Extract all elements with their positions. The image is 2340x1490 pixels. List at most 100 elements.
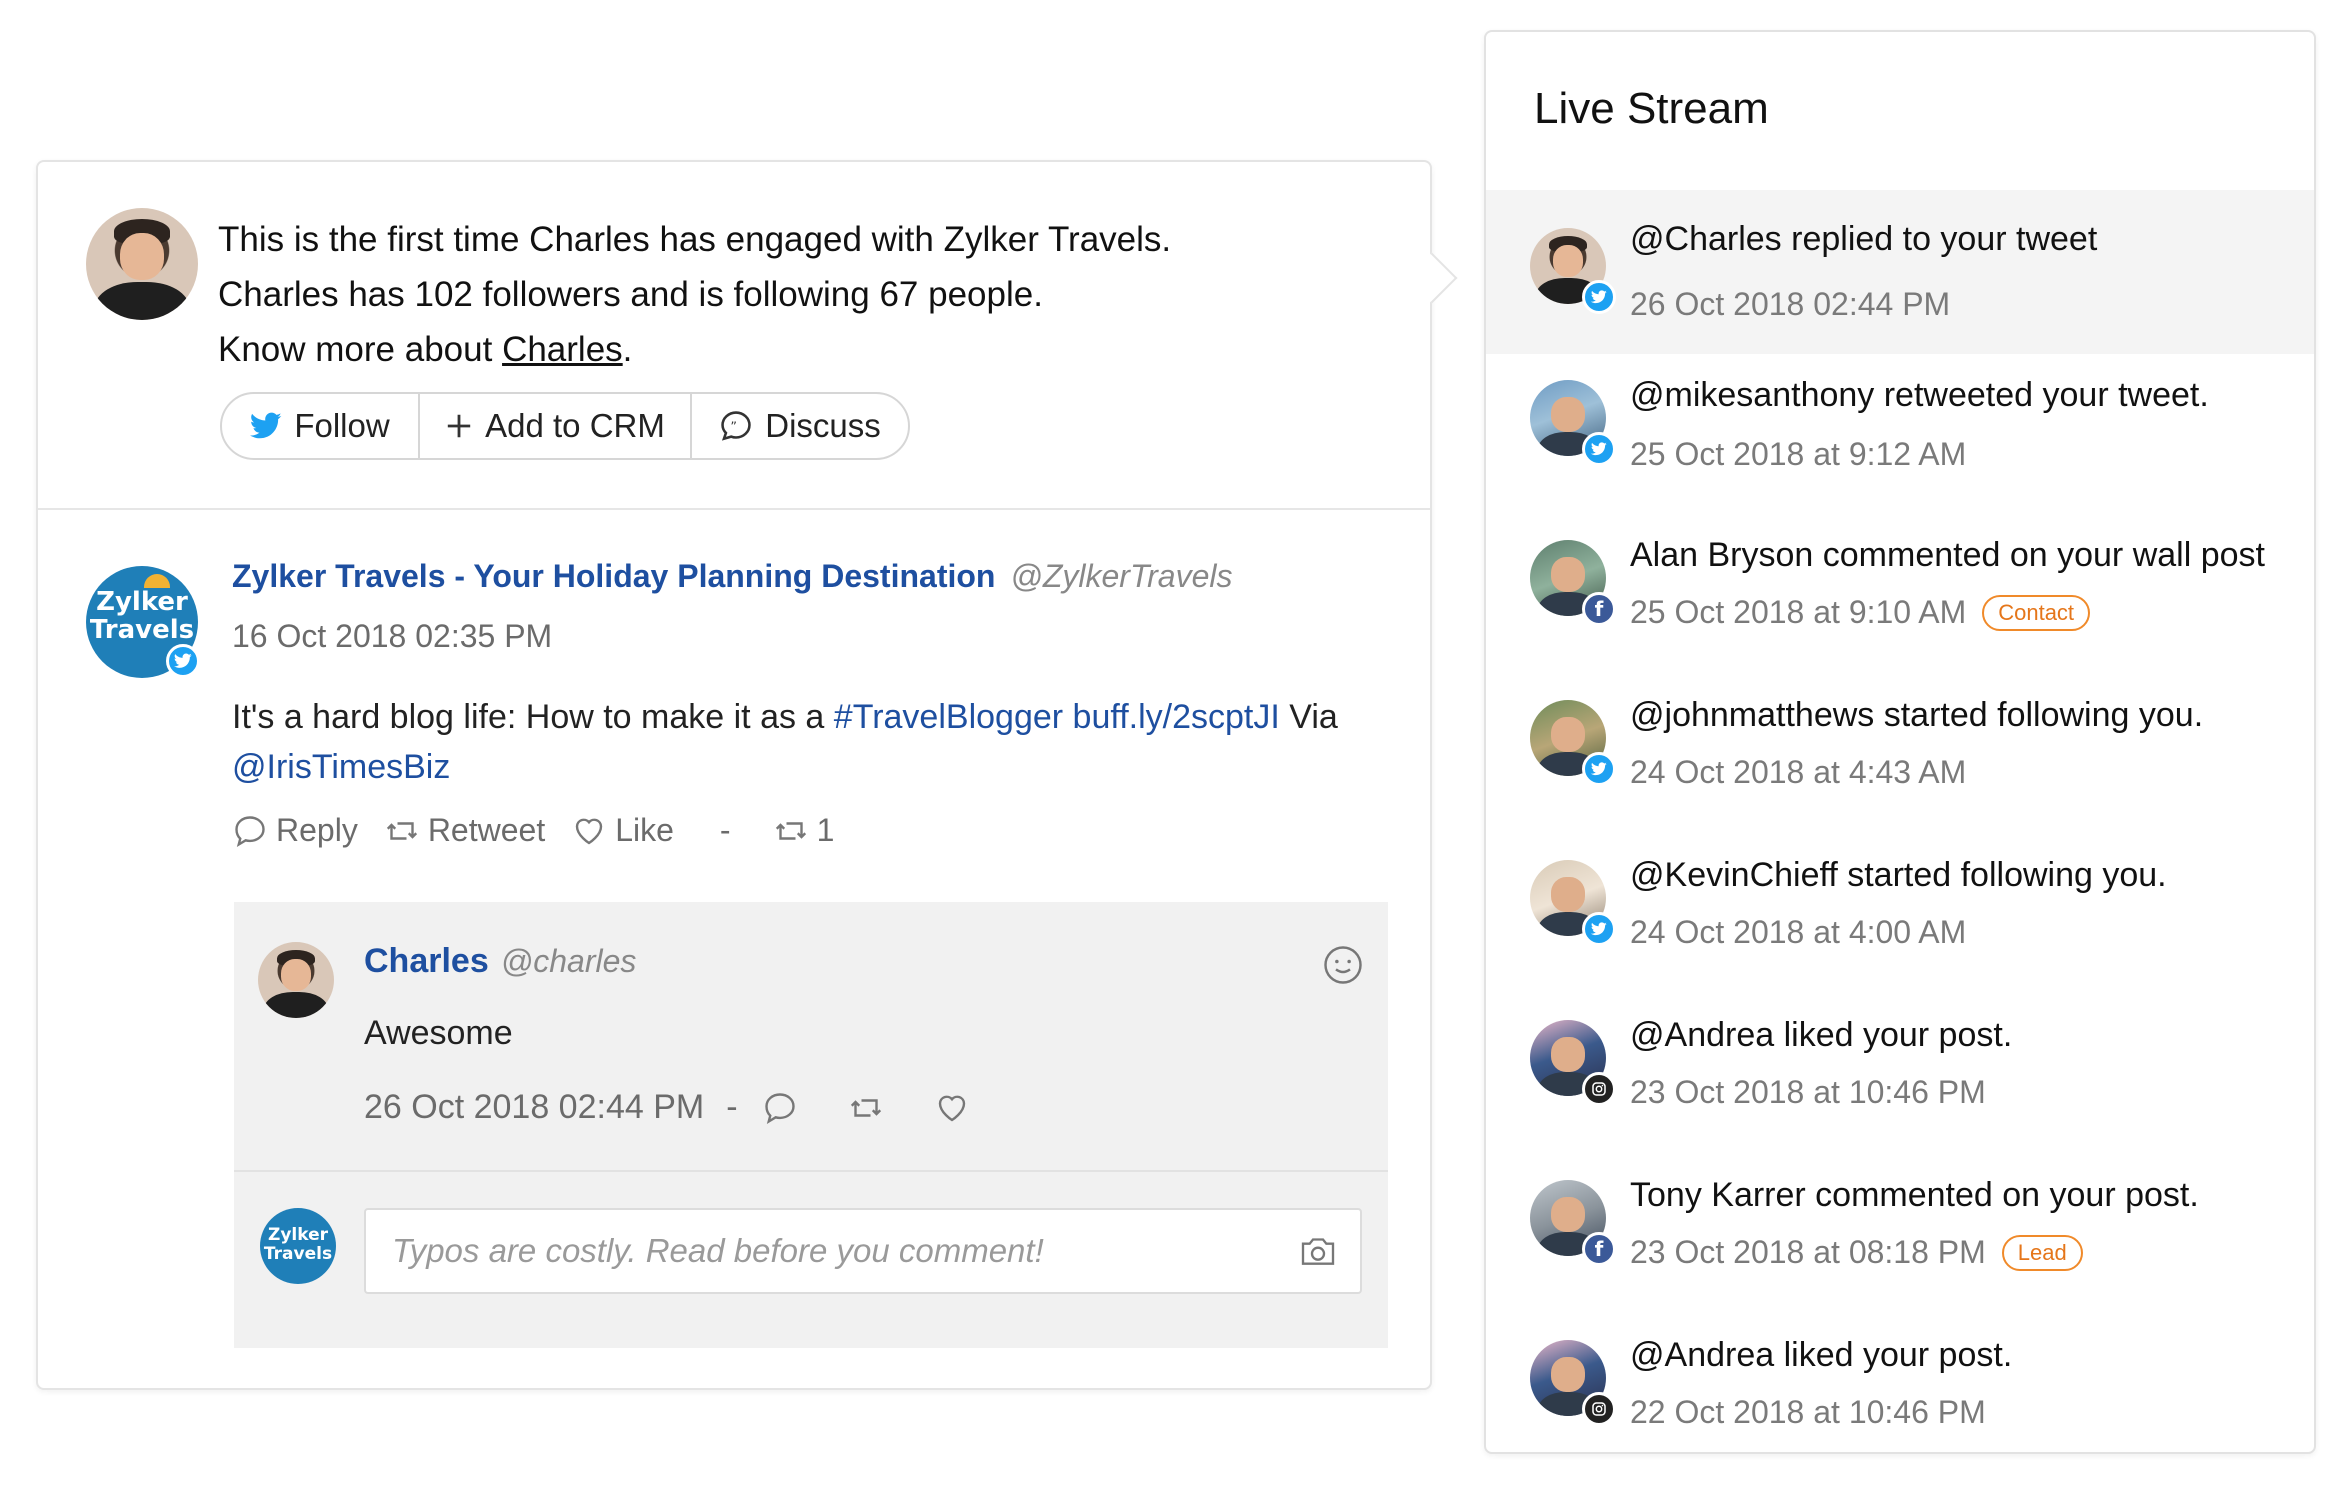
engagement-card: This is the first time Charles has engag… [36,160,1458,1390]
stream-item-text: @Charles replied to your tweet [1630,220,2098,258]
twitter-badge-icon [166,644,200,678]
comment-placeholder: Typos are costly. Read before you commen… [392,1232,1044,1269]
hashtag-link[interactable]: #TravelBlogger [834,698,1063,736]
logo-text-1: Zylker [96,587,188,617]
live-stream-item[interactable]: @Charles replied to your tweet 26 Oct 20… [1486,190,2314,354]
reply-author-name[interactable]: Charles [364,942,489,980]
engagement-actions: Follow Add to CRM ” Discuss [220,392,910,460]
retweet-count[interactable]: 1 [773,812,835,849]
discuss-button[interactable]: ” Discuss [692,394,908,458]
stream-item-time: 23 Oct 2018 at 08:18 PM Lead [1630,1234,2083,1271]
first-engagement-text: This is the first time Charles has engag… [218,220,1172,259]
live-stream-item[interactable]: @Andrea liked your post. 22 Oct 2018 at … [1486,1318,2314,1448]
live-stream-item[interactable]: f Alan Bryson commented on your wall pos… [1486,518,2314,682]
logo-text-2: Travels [89,615,195,645]
reply-button[interactable]: Reply [232,812,358,849]
camera-icon[interactable] [1298,1232,1338,1272]
retweet-count-icon [775,821,806,840]
reply-author: Charles @charles [364,942,636,981]
reply-thread: Charles @charles Awesome 26 Oct 2018 02:4… [234,902,1388,1348]
reply-divider [234,1170,1388,1172]
stream-item-text: @johnmatthews started following you. [1630,696,2204,734]
post-author-handle[interactable]: @ZylkerTravels [1010,558,1232,594]
post-author-name[interactable]: Zylker Travels - Your Holiday Planning D… [232,558,995,594]
live-stream-title: Live Stream [1534,84,1769,133]
heart-icon[interactable] [934,1090,970,1126]
reply-author-avatar[interactable] [258,942,334,1018]
post-actions: Reply Retweet Like - 1 [232,812,860,849]
stream-item-timestamp: 23 Oct 2018 at 10:46 PM [1630,1074,1986,1110]
like-button[interactable]: Like [571,812,674,849]
twitter-bird-icon [250,412,282,439]
add-to-crm-button[interactable]: Add to CRM [420,394,692,458]
retweet-button[interactable]: Retweet [384,812,545,849]
url-link[interactable]: buff.ly/2scptJI [1073,698,1280,736]
comment-logo-text-1: Zylker [268,1225,328,1245]
plus-icon [447,414,471,438]
contact-tag[interactable]: Contact [1982,594,2091,631]
retweet-icon[interactable] [848,1090,884,1126]
retweet-count-value: 1 [816,812,835,848]
stream-item-time: 22 Oct 2018 at 10:46 PM [1630,1394,1986,1431]
comment-input[interactable]: Typos are costly. Read before you commen… [364,1208,1362,1294]
reply-bubble-icon [235,815,265,847]
stream-item-text: Tony Karrer commented on your post. [1630,1176,2199,1214]
stream-item-text: @mikesanthony retweeted your tweet. [1630,376,2209,414]
discuss-bubble-icon: ” [721,411,751,441]
instagram-badge-icon [1582,1072,1616,1106]
stream-item-time: 24 Oct 2018 at 4:43 AM [1630,754,1966,791]
engagement-summary: This is the first time Charles has engag… [218,212,1171,377]
stream-item-time: 25 Oct 2018 at 9:12 AM [1630,436,1966,473]
post-via-text: Via [1279,698,1338,736]
commenter-avatar: Zylker Travels [260,1208,336,1284]
stream-item-time: 26 Oct 2018 02:44 PM [1630,286,1950,323]
facebook-badge-icon: f [1582,1232,1616,1266]
twitter-badge-icon [1582,280,1616,314]
post-text: It's a hard blog life: How to make it as… [232,698,834,736]
facebook-badge-icon: f [1582,592,1616,626]
follow-button[interactable]: Follow [222,394,420,458]
live-stream-item[interactable]: f Tony Karrer commented on your post. 23… [1486,1158,2314,1322]
know-more-prefix: Know more about [218,330,503,369]
retweet-icon [386,821,417,840]
reply-author-handle[interactable]: @charles [501,943,637,979]
discuss-label: Discuss [765,407,881,444]
retweet-label: Retweet [427,812,546,848]
reply-separator: - [726,1088,738,1126]
stream-item-timestamp: 25 Oct 2018 at 9:12 AM [1630,436,1967,472]
stream-item-time: 23 Oct 2018 at 10:46 PM [1630,1074,1986,1111]
know-more-suffix: . [622,330,633,369]
reply-bubble-icon[interactable] [762,1090,798,1126]
live-stream-item[interactable]: @mikesanthony retweeted your tweet. 25 O… [1486,358,2314,522]
stream-item-timestamp: 24 Oct 2018 at 4:43 AM [1630,754,1967,790]
comment-logo-text-2: Travels [263,1244,333,1264]
post-author: Zylker Travels - Your Holiday Planning D… [232,558,1232,595]
engagement-info: This is the first time Charles has engag… [38,162,1430,510]
charles-avatar[interactable] [86,208,198,320]
lead-tag[interactable]: Lead [2001,1234,2083,1271]
reply-text: Awesome [364,1014,513,1052]
live-stream-item[interactable]: @Andrea liked your post. 23 Oct 2018 at … [1486,998,2314,1162]
actions-separator: - [719,812,731,848]
reply-label: Reply [276,812,358,848]
reply-timestamp: 26 Oct 2018 02:44 PM [364,1088,705,1126]
mention-link[interactable]: @IrisTimesBiz [232,748,450,786]
live-stream-item[interactable]: @johnmatthews started following you. 24 … [1486,678,2314,842]
twitter-badge-icon [1582,752,1616,786]
stream-item-text: Alan Bryson commented on your wall post [1630,536,2265,574]
add-to-crm-label: Add to CRM [485,407,665,444]
charles-profile-link[interactable]: Charles [502,330,623,369]
reply-meta: 26 Oct 2018 02:44 PM - [364,1088,970,1127]
stream-item-text: @Andrea liked your post. [1630,1016,2013,1054]
stream-item-text: @Andrea liked your post. [1630,1336,2013,1374]
stream-item-timestamp: 26 Oct 2018 02:44 PM [1630,286,1951,322]
stream-item-timestamp: 24 Oct 2018 at 4:00 AM [1630,914,1967,950]
svg-text:”: ” [731,419,738,434]
stream-item-time: 24 Oct 2018 at 4:00 AM [1630,914,1966,951]
post-body: It's a hard blog life: How to make it as… [232,692,1382,792]
post-timestamp: 16 Oct 2018 02:35 PM [232,618,553,654]
heart-icon [576,818,603,844]
smiley-icon[interactable] [1322,944,1364,986]
live-stream-item[interactable]: @KevinChieff started following you. 24 O… [1486,838,2314,1002]
instagram-badge-icon [1582,1392,1616,1426]
